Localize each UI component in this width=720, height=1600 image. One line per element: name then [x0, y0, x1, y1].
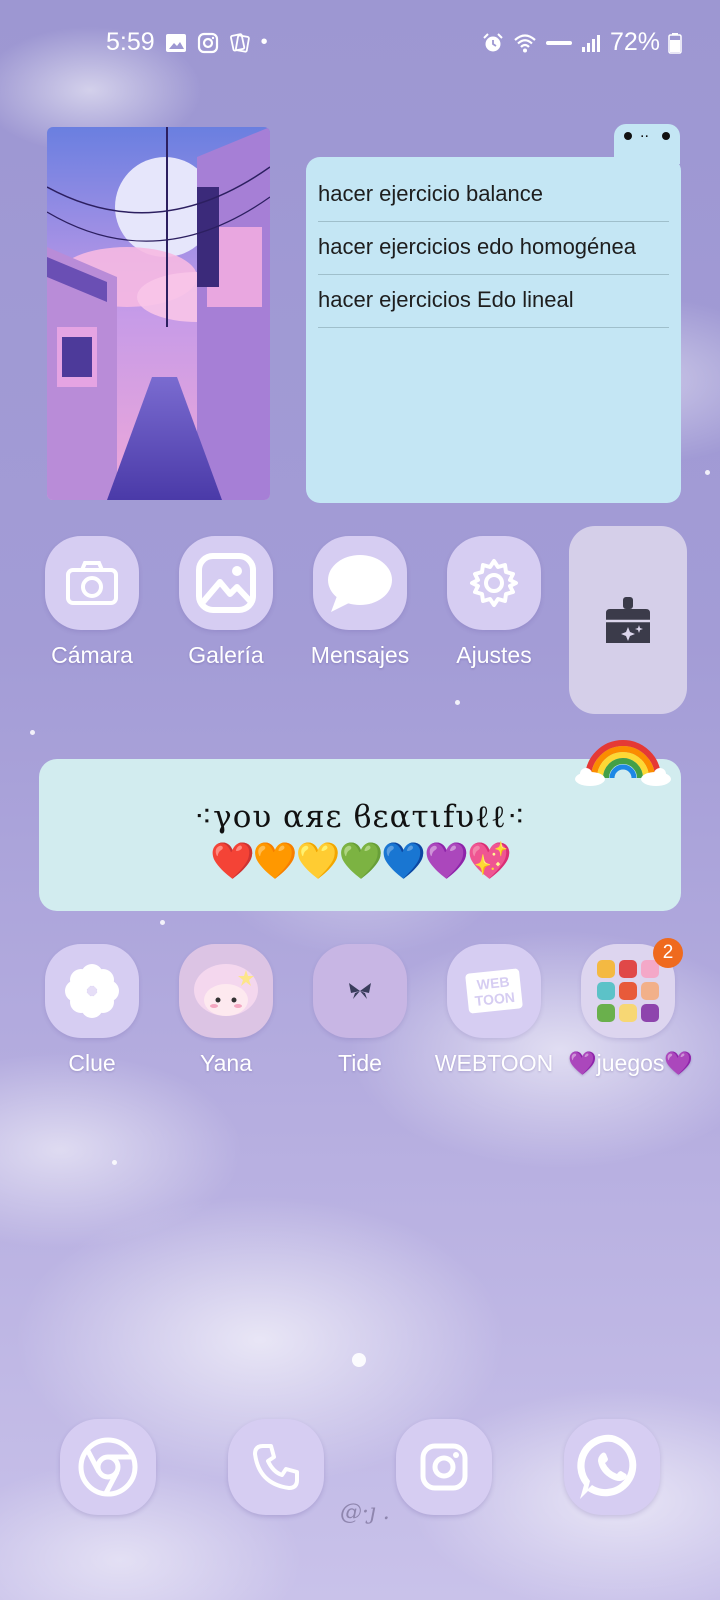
app-label: 💜juegos💜: [568, 1050, 694, 1076]
app-label: Ajustes: [456, 642, 532, 668]
watermark: @·ȷ .: [340, 1500, 390, 1525]
star: [455, 700, 460, 705]
note-widget[interactable]: hacer ejercicio balance hacer ejercicios…: [306, 157, 681, 503]
webtoon-logo: WEB TOON: [465, 968, 523, 1014]
butterfly-icon: [349, 983, 371, 999]
dock-chrome[interactable]: [60, 1419, 156, 1515]
note-list: hacer ejercicio balance hacer ejercicios…: [318, 169, 669, 328]
status-time: 5:59: [106, 28, 155, 56]
settings-icon: [447, 536, 541, 630]
gallery-icon: [179, 536, 273, 630]
clue-icon: [45, 944, 139, 1038]
camera-icon: [45, 536, 139, 630]
messages-icon: [313, 536, 407, 630]
page-indicator[interactable]: [352, 1353, 366, 1367]
note-face: ..: [640, 124, 649, 141]
star: [705, 470, 710, 475]
app-label: WEBTOON: [434, 1050, 554, 1076]
tide-icon: [313, 944, 407, 1038]
instagram-icon: [420, 1443, 468, 1491]
gallery-notification-icon: [165, 33, 186, 52]
app-camara[interactable]: Cámara: [32, 536, 152, 669]
battery-percent: 72%: [609, 28, 660, 56]
dock-whatsapp[interactable]: [564, 1419, 660, 1515]
instagram-notification-icon: [197, 32, 218, 53]
app-webtoon[interactable]: WEB TOON WEBTOON: [434, 944, 554, 1077]
more-notifications-dot: •: [260, 31, 268, 53]
yana-icon: [179, 944, 273, 1038]
app-label: Clue: [68, 1050, 116, 1076]
whatsapp-icon: [577, 1434, 637, 1499]
note-item[interactable]: hacer ejercicios edo homogénea: [318, 222, 669, 275]
cards-notification-icon: [229, 32, 250, 53]
status-bar: 5:59 • 72%: [0, 28, 720, 62]
star: [160, 920, 165, 925]
app-label: Cámara: [51, 642, 133, 668]
alarm-icon: [483, 32, 503, 51]
app-label: Tide: [338, 1050, 382, 1076]
photo-widget[interactable]: [47, 127, 270, 500]
star: [112, 1160, 117, 1165]
app-label: Yana: [199, 1050, 252, 1076]
rainbow-icon: [575, 740, 671, 786]
app-clue[interactable]: Clue: [32, 944, 152, 1077]
battery-icon: [668, 32, 682, 54]
chrome-icon: [78, 1437, 138, 1497]
signal-icon: [581, 34, 600, 52]
note-item[interactable]: hacer ejercicios Edo lineal: [318, 275, 669, 328]
webtoon-icon: WEB TOON: [447, 944, 541, 1038]
notification-badge: 2: [653, 938, 683, 968]
rainbow-hearts: ❤️🧡💛💚💙💜💖: [210, 840, 512, 881]
app-yana[interactable]: Yana: [166, 944, 286, 1077]
wifi-icon: [514, 33, 536, 52]
app-tide[interactable]: Tide: [300, 944, 420, 1077]
app-label: Mensajes: [310, 642, 410, 668]
dock-phone[interactable]: [228, 1419, 324, 1515]
anime-street-image: [47, 127, 270, 500]
note-eye-left: [624, 132, 632, 140]
app-ajustes[interactable]: Ajustes: [434, 536, 554, 669]
vowifi-icon: [545, 40, 572, 45]
app-galeria[interactable]: Galería: [166, 536, 286, 669]
device-care-widget[interactable]: [569, 526, 687, 714]
broom-clean-icon: [606, 597, 650, 643]
app-label: Galería: [188, 642, 264, 668]
quote-text: ⁖γου αяε ϐεατιfυℓℓ⁖: [194, 799, 526, 835]
dock-instagram[interactable]: [396, 1419, 492, 1515]
phone-icon: [253, 1444, 299, 1490]
star: [30, 730, 35, 735]
note-item[interactable]: hacer ejercicio balance: [318, 169, 669, 222]
app-mensajes[interactable]: Mensajes: [300, 536, 420, 669]
note-eye-right: [662, 132, 670, 140]
